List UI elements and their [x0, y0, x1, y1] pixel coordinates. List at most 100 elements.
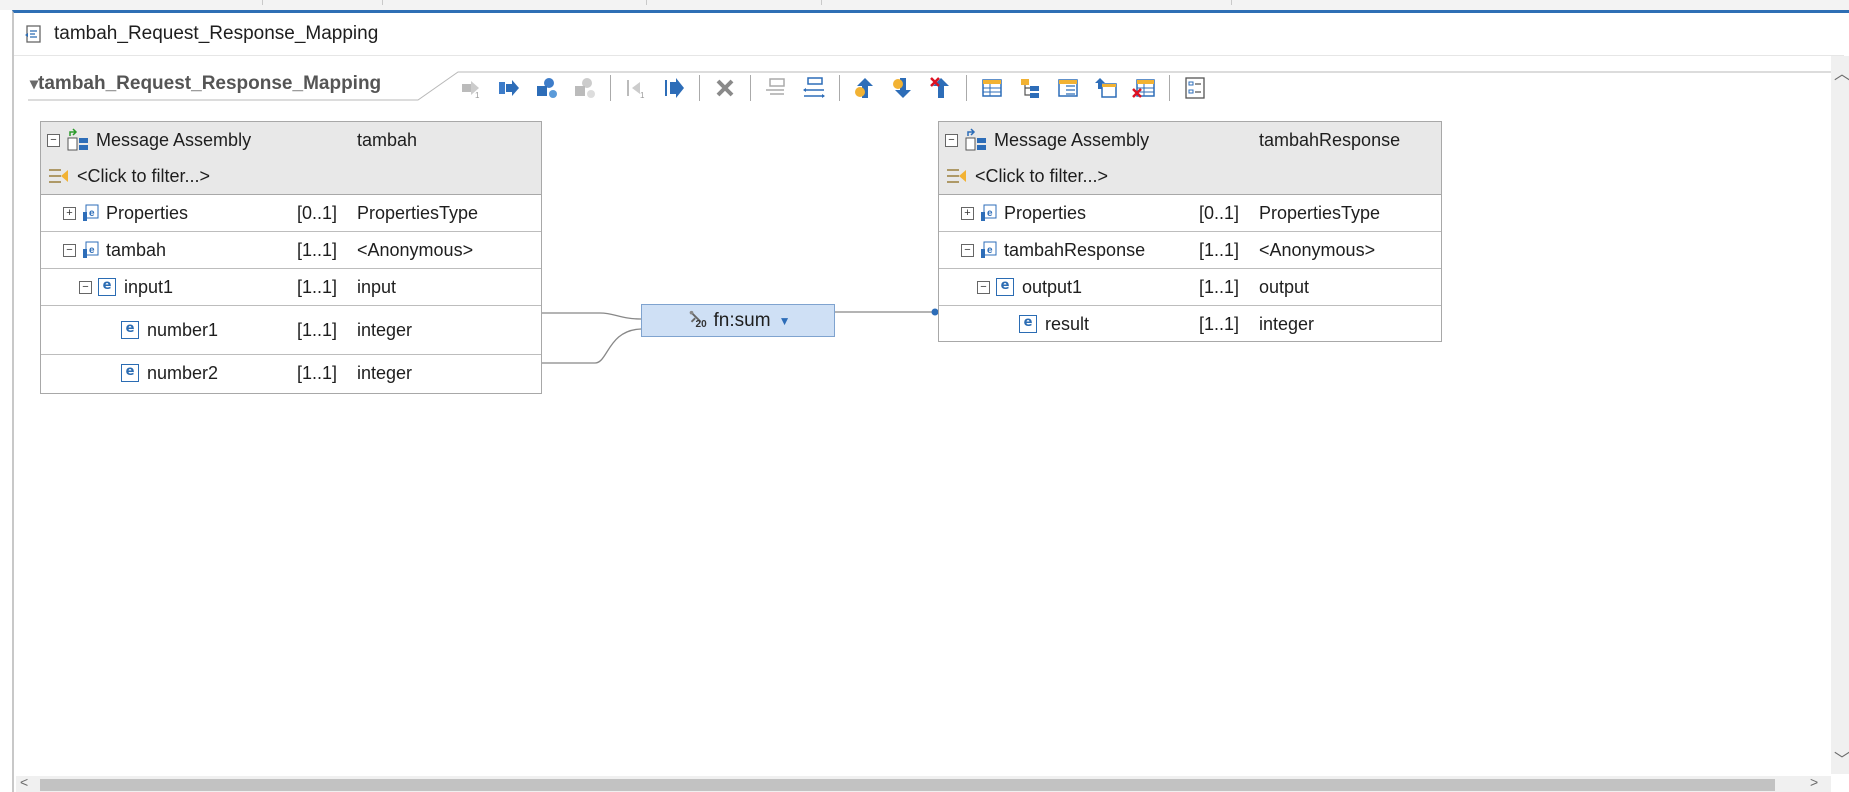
filter-icon [49, 169, 68, 183]
source-row-input1[interactable]: − e input1 [1..1] input [41, 269, 541, 306]
element-icon: e [996, 278, 1014, 296]
row-type: PropertiesType [1259, 202, 1381, 223]
row-type: input [357, 276, 397, 297]
svg-text:e: e [987, 245, 993, 256]
scroll-left-icon[interactable]: < [20, 774, 28, 790]
row-name: output1 [1022, 276, 1083, 297]
element-icon: e [121, 364, 139, 382]
row-type: PropertiesType [357, 202, 479, 223]
source-row-number2[interactable]: e number2 [1..1] integer [41, 355, 541, 391]
element-icon: e [121, 321, 139, 339]
source-panel: − Message Assembly tambah <Click to filt… [40, 121, 542, 394]
toolbar-separator [610, 75, 611, 101]
svg-text:1: 1 [640, 91, 645, 100]
collapse-toggle-icon[interactable]: − [977, 280, 990, 294]
toolbar-separator [966, 75, 967, 101]
row-type: integer [1259, 313, 1315, 334]
move-right-icon[interactable] [661, 75, 687, 101]
collapse-icon[interactable] [763, 75, 789, 101]
row-name: input1 [124, 276, 174, 297]
map-file-icon [25, 25, 41, 43]
svg-text:1: 1 [475, 91, 480, 100]
row-type: output [1259, 276, 1310, 297]
down-icon[interactable] [890, 75, 916, 101]
chevron-down-icon[interactable]: ▾ [30, 76, 38, 93]
table-up-icon[interactable] [1093, 75, 1119, 101]
target-panel: − Message Assembly tambahResponse <Click… [938, 121, 1442, 342]
row-cardinality: [1..1] [1199, 276, 1240, 297]
transform-label: fn:sum [713, 309, 771, 331]
target-row-output1[interactable]: − e output1 [1..1] output [939, 269, 1441, 306]
row-name: number2 [147, 362, 219, 383]
message-assembly-icon [67, 128, 88, 151]
expand-icon[interactable] [801, 75, 827, 101]
vertical-scrollbar[interactable]: ︿ ﹀ [1831, 56, 1849, 774]
remove-icon[interactable] [928, 75, 954, 101]
scroll-right-icon[interactable]: > [1810, 774, 1818, 790]
table-delete-icon[interactable] [1131, 75, 1157, 101]
title-divider [14, 55, 1844, 56]
source-filter-label[interactable]: <Click to filter...> [77, 166, 210, 187]
row-type: <Anonymous> [357, 239, 474, 260]
breadcrumb[interactable]: ▾tambah_Request_Response_Mapping [30, 73, 381, 95]
row-name: Properties [1004, 202, 1087, 223]
filter-icon [947, 169, 966, 183]
map-input-icon[interactable] [496, 75, 522, 101]
row-name: tambah [106, 239, 167, 260]
target-row-properties[interactable]: + e Properties [0..1] PropertiesType [939, 195, 1441, 232]
collapse-toggle-icon[interactable]: − [47, 133, 60, 147]
target-header-label: Message Assembly [994, 129, 1150, 150]
up-icon[interactable] [852, 75, 878, 101]
row-name: result [1045, 313, 1090, 334]
map-group-icon[interactable] [534, 75, 560, 101]
target-header-name: tambahResponse [1259, 129, 1401, 150]
toolbar-separator [839, 75, 840, 101]
target-filter-label[interactable]: <Click to filter...> [975, 166, 1108, 187]
table-edit-icon[interactable] [1055, 75, 1081, 101]
row-type: <Anonymous> [1259, 239, 1376, 260]
element-icon: e [1019, 315, 1037, 333]
properties-icon[interactable] [1182, 75, 1208, 101]
complex-type-icon: e [981, 241, 997, 258]
target-row-result[interactable]: e result [1..1] integer [939, 306, 1441, 342]
move-left-icon[interactable]: 1 [623, 75, 649, 101]
scroll-up-icon[interactable]: ︿ [1834, 60, 1849, 84]
source-row-number1[interactable]: e number1 [1..1] integer [41, 306, 541, 355]
target-filter[interactable]: <Click to filter...> [945, 158, 1108, 194]
source-row-properties[interactable]: + e Properties [0..1] PropertiesType [41, 195, 541, 232]
horizontal-scroll-thumb[interactable] [40, 779, 1775, 791]
expand-toggle-icon[interactable]: + [63, 206, 76, 220]
collapse-toggle-icon[interactable]: − [961, 243, 974, 257]
table-icon[interactable] [979, 75, 1005, 101]
collapse-toggle-icon[interactable]: − [945, 133, 958, 147]
message-assembly-icon [965, 128, 986, 151]
transform-fn-sum[interactable]: 20 fn:sum ▼ [641, 304, 835, 337]
map-disabled-icon[interactable] [572, 75, 598, 101]
breadcrumb-label[interactable]: tambah_Request_Response_Mapping [38, 73, 381, 94]
target-row-tambahresponse[interactable]: − e tambahResponse [1..1] <Anonymous> [939, 232, 1441, 269]
row-cardinality: [1..1] [1199, 313, 1240, 334]
tree-icon[interactable] [1017, 75, 1043, 101]
row-cardinality: [1..1] [297, 362, 338, 383]
source-header-label: Message Assembly [96, 129, 252, 150]
row-cardinality: [0..1] [297, 202, 338, 223]
row-cardinality: [1..1] [1199, 239, 1240, 260]
row-name: tambahResponse [1004, 239, 1146, 260]
scroll-down-icon[interactable]: ﹀ [1834, 746, 1849, 770]
source-filter[interactable]: <Click to filter...> [47, 158, 210, 194]
complex-type-icon: e [981, 204, 997, 221]
chevron-down-icon[interactable]: ▼ [779, 314, 791, 328]
editor-title-bar: tambah_Request_Response_Mapping [16, 14, 1836, 54]
target-panel-header: − Message Assembly tambahResponse <Click… [939, 122, 1441, 195]
toolbar-separator [750, 75, 751, 101]
row-name: number1 [147, 319, 219, 340]
function-icon: 20 [686, 309, 710, 333]
mapping-icon[interactable]: 1 [458, 75, 484, 101]
editor-title: tambah_Request_Response_Mapping [54, 23, 379, 44]
source-row-tambah[interactable]: − e tambah [1..1] <Anonymous> [41, 232, 541, 269]
collapse-toggle-icon[interactable]: − [79, 280, 92, 294]
delete-icon[interactable] [712, 75, 738, 101]
complex-type-icon: e [83, 204, 99, 221]
collapse-toggle-icon[interactable]: − [63, 243, 76, 257]
expand-toggle-icon[interactable]: + [961, 206, 974, 220]
